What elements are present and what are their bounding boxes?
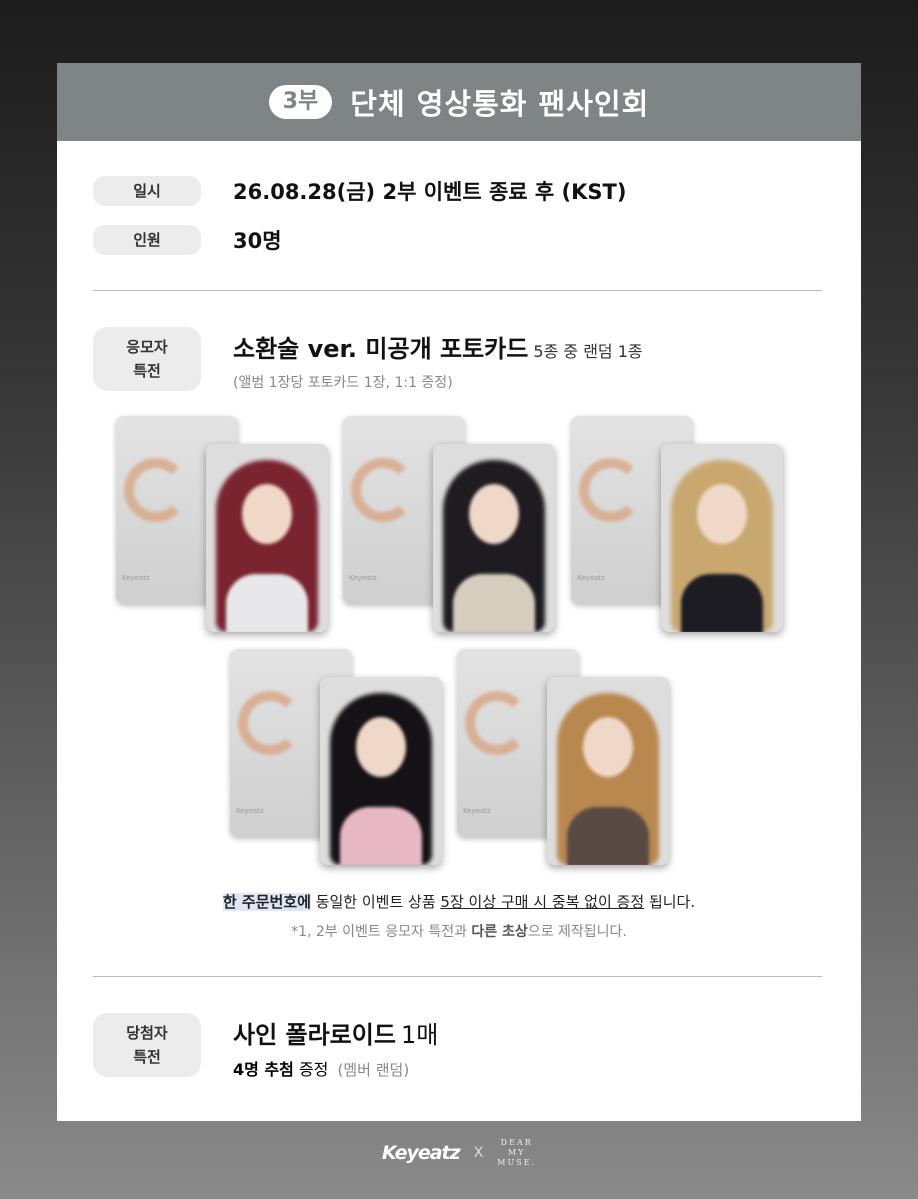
divider <box>93 976 822 977</box>
part-badge: 3부 <box>268 85 333 119</box>
face <box>242 484 292 544</box>
photocard-front <box>433 444 555 632</box>
winner-benefit-label: 당첨자 특전 <box>93 1013 201 1077</box>
shirt <box>226 574 308 632</box>
applicant-benefit-row: 응모자 특전 소환술 ver. 미공개 포토카드 5종 중 랜덤 1종 (앨범 … <box>93 327 643 392</box>
hand-heart-icon <box>124 458 188 522</box>
dear-my-muse-logo: DEAR MY MUSE. <box>497 1138 536 1168</box>
section-title: 단체 영상통화 팬사인회 <box>350 87 650 121</box>
winner-sub-bold: 4명 추첨 <box>233 1060 294 1079</box>
benefit-sub: (앨범 1장당 포토카드 1장, 1:1 증정) <box>233 375 453 391</box>
capacity-value: 30명 <box>233 229 282 253</box>
portrait-note: *1, 2부 이벤트 응모자 특전과 다른 초상으로 제작됩니다. <box>57 921 861 941</box>
card-brand: Keyeatz <box>577 574 605 582</box>
hand-heart-icon <box>579 458 643 522</box>
photocard-front <box>547 677 669 865</box>
applicant-benefit-label: 응모자 특전 <box>93 327 201 391</box>
capacity-row: 인원 30명 <box>93 225 282 255</box>
benefit-title: 소환술 ver. 미공개 포토카드 <box>233 335 529 363</box>
photocard-front <box>206 444 328 632</box>
note-text: 됩니다. <box>644 893 696 911</box>
face <box>469 484 519 544</box>
logo-line: MY <box>507 1148 526 1157</box>
photocard-set-1: Keyeatz <box>116 416 356 636</box>
photocard-front <box>661 444 783 632</box>
capacity-label: 인원 <box>93 225 201 255</box>
card-brand: Keyeatz <box>122 574 150 582</box>
hand-heart-icon <box>238 691 302 755</box>
winner-sub-gray: (멤버 랜덤) <box>337 1061 410 1079</box>
note-bold: 다른 초상 <box>471 924 528 940</box>
shirt <box>567 807 649 865</box>
winner-benefit-row: 당첨자 특전 사인 폴라로이드 1매 4명 추첨 증정 (멤버 랜덤) <box>93 1013 438 1080</box>
date-row: 일시 26.08.28(금) 2부 이벤트 종료 후 (KST) <box>93 176 626 206</box>
photocard-set-3: Keyeatz <box>571 416 811 636</box>
label-line: 당첨자 <box>126 1024 168 1042</box>
benefit-title-suffix: 5종 중 랜덤 1종 <box>533 342 643 361</box>
date-label: 일시 <box>93 176 201 206</box>
note-underline: 5장 이상 구매 시 중복 없이 증정 <box>440 893 645 911</box>
shirt <box>681 574 763 632</box>
photocard-front <box>320 677 442 865</box>
hand-heart-icon <box>351 458 415 522</box>
card-brand: Keyeatz <box>236 807 264 815</box>
photocard-set-2: Keyeatz <box>343 416 583 636</box>
face <box>697 484 747 544</box>
logo-line: MUSE. <box>497 1158 537 1167</box>
winner-title-suffix: 1매 <box>401 1021 439 1049</box>
footer: Keyeatz X DEAR MY MUSE. <box>0 1138 918 1168</box>
label-line: 응모자 <box>126 338 168 356</box>
collab-x: X <box>473 1145 484 1161</box>
winner-title: 사인 폴라로이드 <box>233 1021 396 1049</box>
divider <box>93 290 822 291</box>
winner-sub: 증정 <box>293 1060 329 1079</box>
card-brand: Keyeatz <box>463 807 491 815</box>
label-line: 특전 <box>133 362 161 380</box>
face <box>356 717 406 777</box>
note-text: *1, 2부 이벤트 응모자 특전과 <box>291 924 472 940</box>
note-text: 으로 제작됩니다. <box>527 924 627 940</box>
note-text: 동일한 이벤트 상품 <box>310 893 441 911</box>
event-card: 3부 단체 영상통화 팬사인회 일시 26.08.28(금) 2부 이벤트 종료… <box>57 63 861 1121</box>
purchase-note: 한 주문번호에 동일한 이벤트 상품 5장 이상 구매 시 중복 없이 증정 됩… <box>57 891 861 912</box>
shirt <box>340 807 422 865</box>
label-line: 특전 <box>133 1048 161 1066</box>
card-brand: Keyeatz <box>349 574 377 582</box>
keyeatz-logo: Keyeatz <box>381 1142 461 1164</box>
hand-heart-icon <box>465 691 529 755</box>
date-value: 26.08.28(금) 2부 이벤트 종료 후 (KST) <box>233 180 627 204</box>
shirt <box>453 574 535 632</box>
logo-line: DEAR <box>500 1138 533 1147</box>
note-highlight: 한 주문번호에 <box>222 893 311 911</box>
face <box>583 717 633 777</box>
photocard-set-4: Keyeatz <box>230 649 470 869</box>
photocard-set-5: Keyeatz <box>457 649 697 869</box>
section-header: 3부 단체 영상통화 팬사인회 <box>57 63 861 141</box>
